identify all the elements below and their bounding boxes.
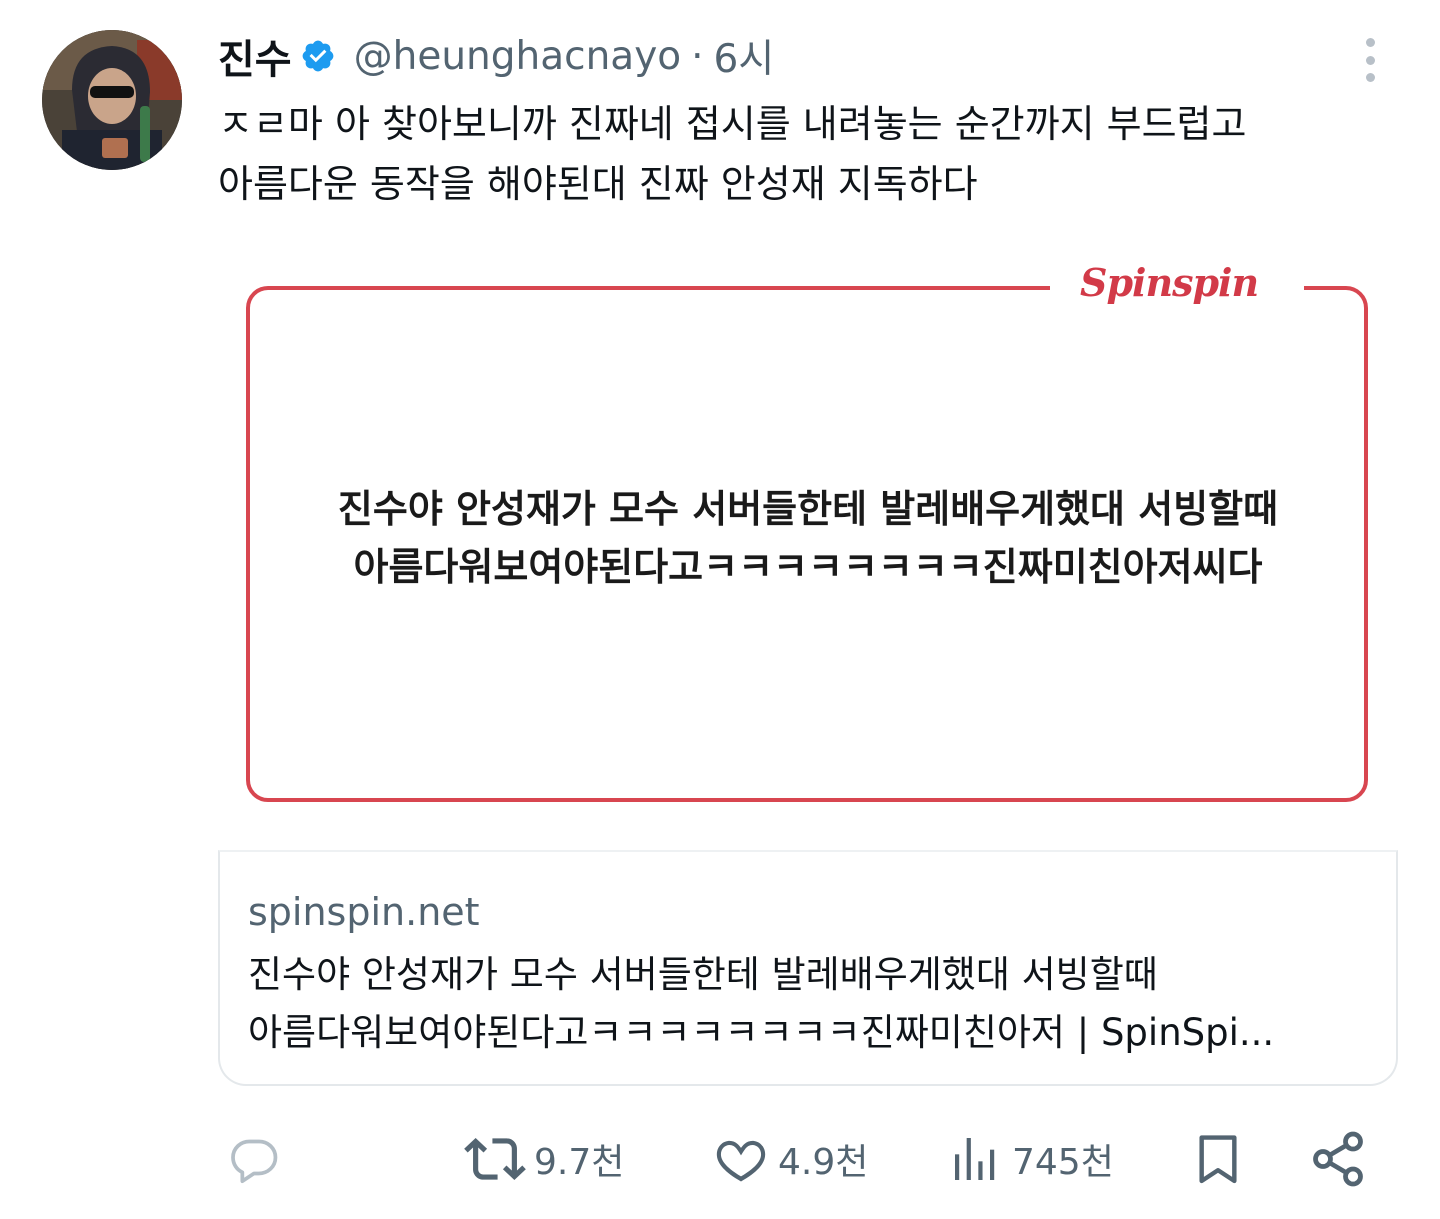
heart-icon [716,1140,766,1182]
more-options-button[interactable] [1350,34,1390,86]
like-button[interactable]: 4.9천 [712,1124,868,1194]
spinspin-logo: Spinspin [1080,260,1259,305]
link-title: 진수야 안성재가 모수 서버들한테 발레배우게했대 서빙할때 아름다워보여야된다… [248,953,1275,1054]
retweet-icon [464,1138,526,1180]
bookmark-button[interactable] [1190,1124,1246,1194]
tweet-header: 진수 @heunghacnayo · 6시 [218,28,774,84]
more-dot-icon [1365,38,1375,47]
more-dot-icon [1365,73,1375,82]
tweet-actions: 9.7천 4.9천 745천 [218,1124,1398,1194]
tweet-media-image[interactable]: Spinspin 진수야 안성재가 모수 서버들한테 발레배우게했대 서빙할때 … [218,236,1398,828]
verified-badge-icon [300,38,336,74]
bookmark-icon [1199,1135,1237,1184]
reply-icon [231,1139,278,1184]
media-caption: 진수야 안성재가 모수 서버들한테 발레배우게했대 서빙할때 아름다워보여야된다… [337,487,1279,589]
separator-dot: · [691,33,704,79]
link-preview-card[interactable]: spinspin.net 진수야 안성재가 모수 서버들한테 발레배우게했대 서… [218,850,1398,1086]
views-count: 745천 [1012,1142,1114,1183]
timestamp[interactable]: 6시 [714,28,775,84]
avatar[interactable] [42,30,182,170]
share-icon [1313,1131,1363,1187]
avatar-image [42,30,182,170]
display-name[interactable]: 진수 [218,27,292,85]
share-button[interactable] [1308,1124,1368,1194]
reply-button[interactable] [226,1124,282,1194]
like-count: 4.9천 [778,1142,869,1183]
user-handle[interactable]: @heunghacnayo [354,34,682,79]
retweet-button[interactable]: 9.7천 [464,1124,624,1194]
retweet-count: 9.7천 [534,1142,625,1183]
tweet-text: ㅈㄹ마 아 찾아보니까 진짜네 접시를 내려놓는 순간까지 부드럽고 아름다운 … [218,102,1247,206]
link-domain: spinspin.net [248,890,480,934]
views-chart-icon [955,1138,995,1180]
more-dot-icon [1365,55,1375,65]
views-button[interactable]: 745천 [948,1124,1114,1194]
